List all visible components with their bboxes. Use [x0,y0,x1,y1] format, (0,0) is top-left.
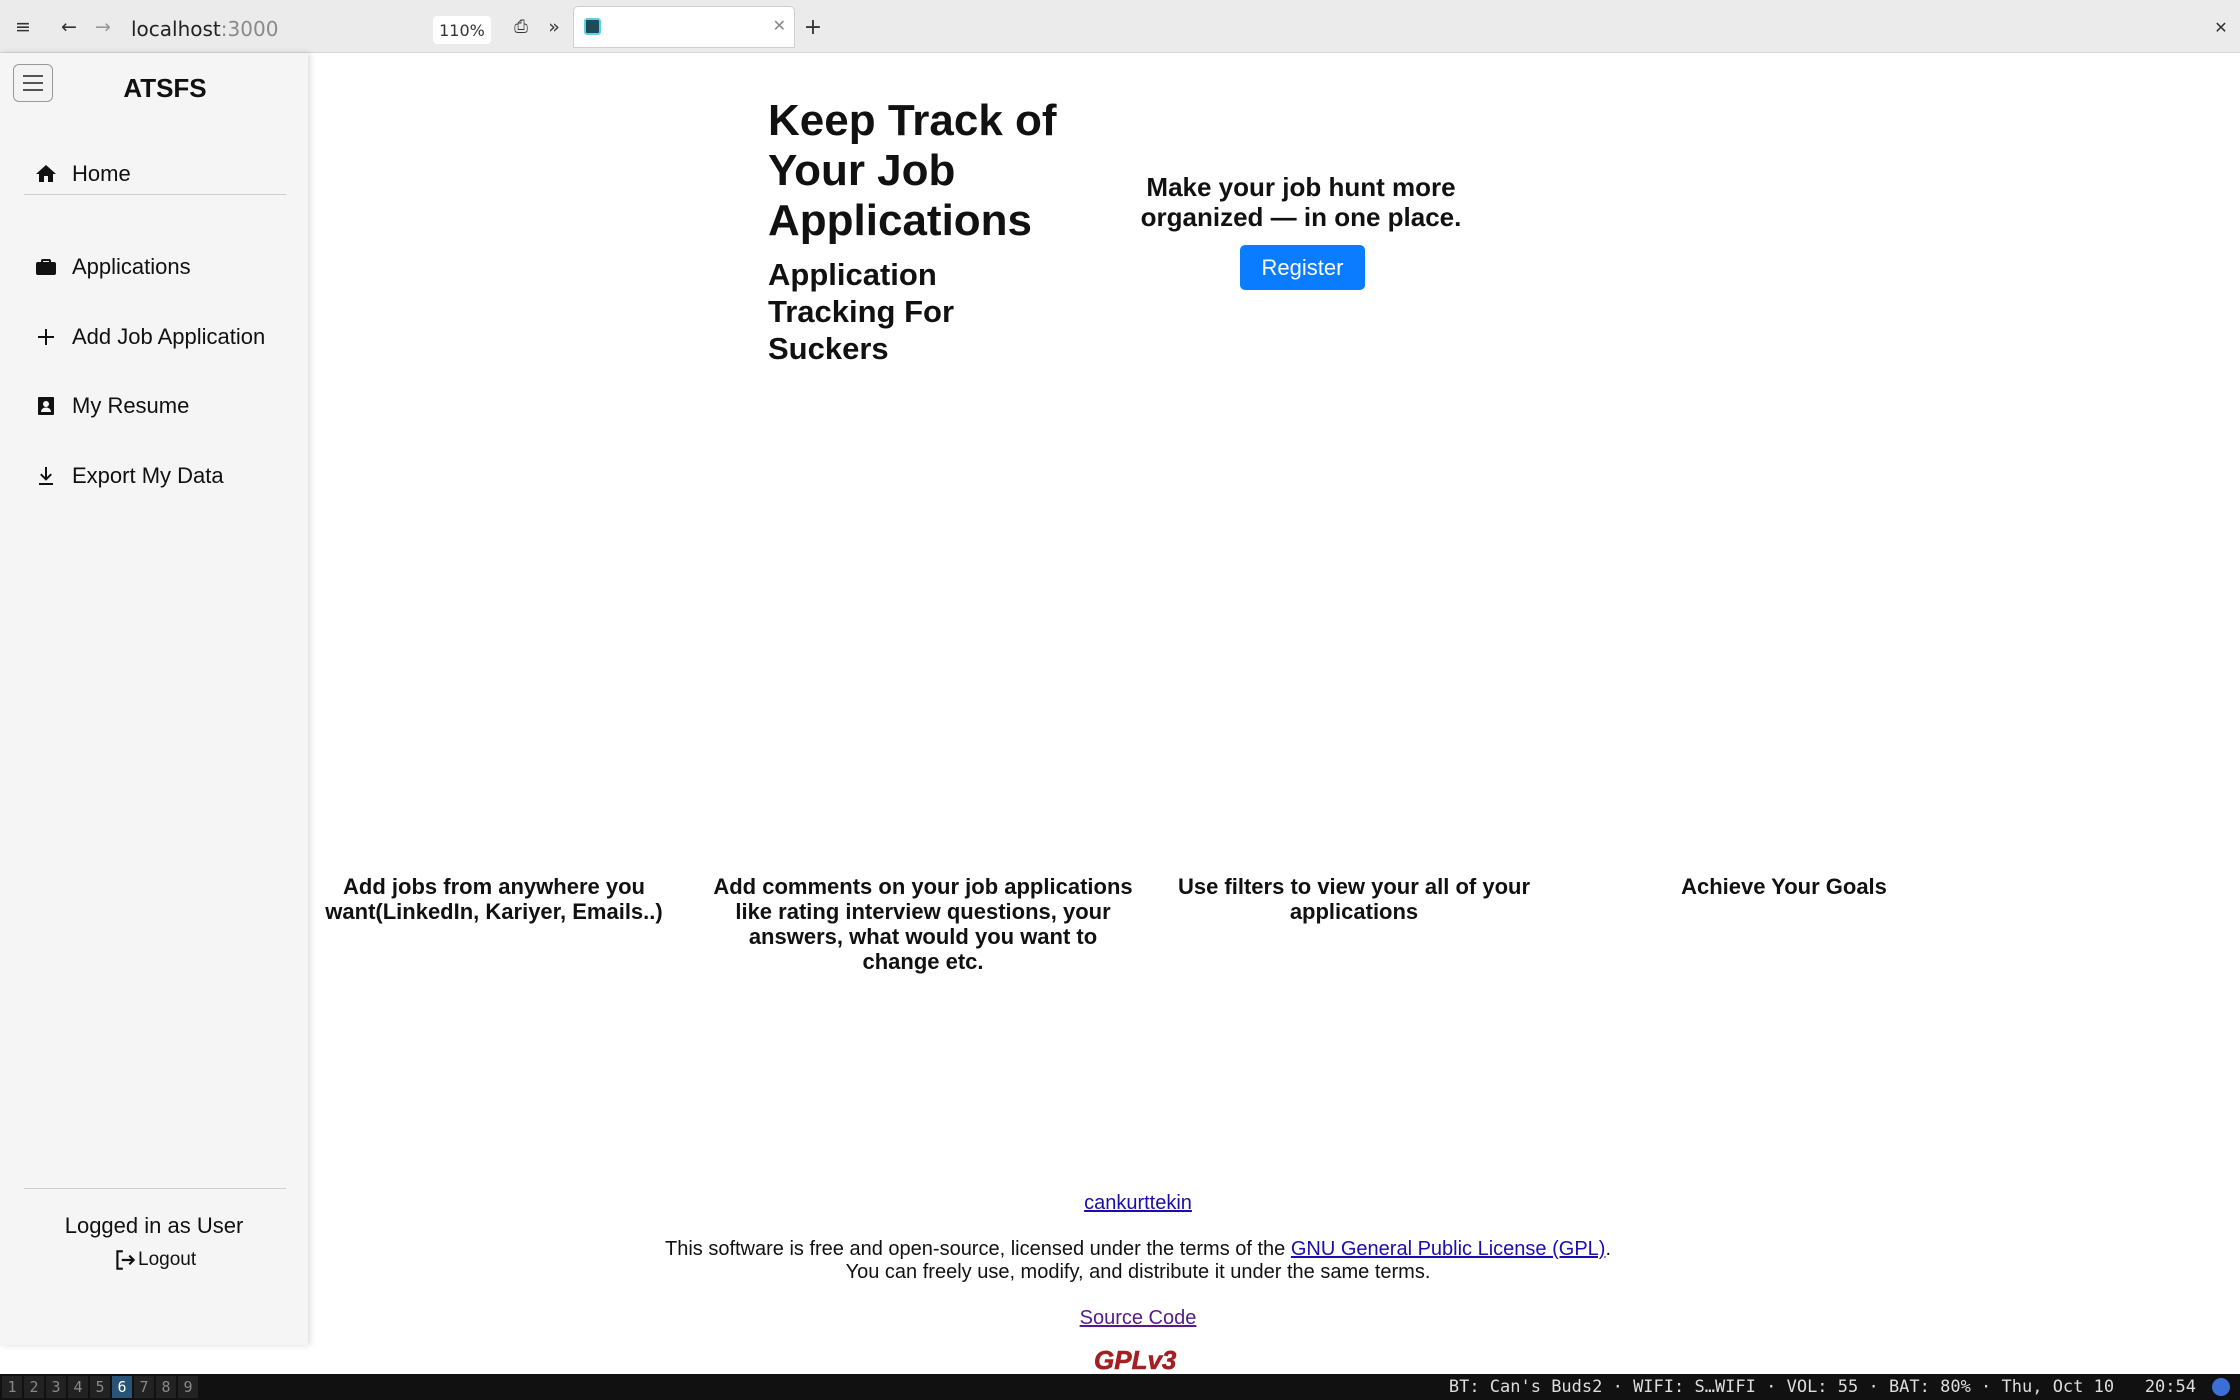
logout-label: Logout [138,1249,197,1270]
feature-text: Add jobs from anywhere you want(LinkedIn… [325,874,663,924]
sidebar: ATSFS Home Applications Add Job Applicat… [0,53,308,1345]
hero-title: Keep Track of Your Job Applications [768,96,1057,245]
workspace-8[interactable]: 8 [156,1376,177,1398]
plus-icon [38,329,54,345]
browser-toolbar: ≡ ← → localhost:3000 110% ⎙ » ✕ + ✕ [0,0,2240,53]
logout-icon [116,1250,136,1270]
source-code-link[interactable]: Source Code [1080,1307,1197,1329]
workspace-7[interactable]: 7 [134,1376,155,1398]
share-icon[interactable]: ⎙ [508,14,534,40]
feature-card-goals: Achieve Your Goals [0,625,2240,899]
hamburger-menu-icon[interactable]: ≡ [10,14,36,40]
sidebar-item-add-job-application[interactable]: Add Job Application [24,312,265,362]
feature-card-filters: Use filters to view your all of your app… [0,400,2240,924]
briefcase-icon [36,259,56,275]
author-link[interactable]: cankurttekin [1084,1192,1192,1214]
sidebar-divider [24,194,286,195]
forward-arrow-icon[interactable]: → [90,14,116,40]
status-text: BT: Can's Buds2 · WIFI: S…WIFI · VOL: 55… [1448,1377,2196,1397]
close-tab-icon[interactable]: ✕ [773,16,786,35]
workspace-1[interactable]: 1 [2,1376,23,1398]
workspace-2[interactable]: 2 [24,1376,45,1398]
resume-icon [38,397,54,415]
url-port: :3000 [220,17,279,41]
home-icon [36,165,56,182]
workspace-9[interactable]: 9 [178,1376,199,1398]
feature-text: Add comments on your job applications li… [713,874,1133,974]
gplv3-badge-text: GPLv3 [1094,1345,1177,1375]
license-text: This software is free and open-source, l… [610,1238,1666,1261]
logged-in-status: Logged in as User [64,1213,244,1238]
system-status-bar: 1 2 3 4 5 6 7 8 9 BT: Can's Buds2 · WIFI… [0,1374,2240,1400]
sidebar-item-my-resume[interactable]: My Resume [24,381,189,431]
license-prefix: This software is free and open-source, l… [664,1238,1291,1260]
tray-icon[interactable] [2212,1378,2230,1396]
sidebar-item-label: My Resume [72,393,190,418]
gplv3-badge-icon[interactable]: GPLv3 [1088,1340,1192,1376]
workspace-3[interactable]: 3 [46,1376,67,1398]
license-suffix: . [1605,1238,1612,1260]
sidebar-item-label: Home [72,161,131,186]
workspace-5[interactable]: 5 [90,1376,111,1398]
back-arrow-icon[interactable]: ← [56,14,82,40]
brand-title: ATSFS [123,73,207,103]
new-tab-icon[interactable]: + [800,14,826,40]
sidebar-bottom-divider [24,1188,286,1189]
download-icon [39,467,53,485]
close-window-icon[interactable]: ✕ [2208,14,2234,40]
feature-text: Achieve Your Goals [1681,874,1887,899]
workspace-6[interactable]: 6 [112,1376,133,1398]
address-bar[interactable]: localhost:3000 [131,17,278,41]
url-host: localhost [131,17,221,41]
gpl-license-link[interactable]: GNU General Public License (GPL) [1291,1238,1606,1260]
browser-tab[interactable]: ✕ [573,6,795,48]
react-favicon-icon [584,18,601,35]
feature-text: Use filters to view your all of your app… [1177,874,1531,924]
more-tools-icon[interactable]: » [541,14,567,40]
sidebar-item-export-my-data[interactable]: Export My Data [24,451,224,501]
workspace-4[interactable]: 4 [68,1376,89,1398]
hero-tagline: Make your job hunt more organized — in o… [1140,172,1462,232]
license-line2: You can freely use, modify, and distribu… [845,1261,1431,1283]
sidebar-item-label: Add Job Application [72,324,266,349]
logout-button[interactable]: Logout [112,1247,196,1273]
sidebar-item-home[interactable]: Home [24,149,131,199]
hero-subtitle: Application Tracking For Suckers [768,257,955,366]
register-button[interactable]: Register [1240,245,1365,290]
sidebar-item-label: Export My Data [72,463,224,488]
sidebar-item-applications[interactable]: Applications [24,242,191,292]
sidebar-item-label: Applications [72,254,191,279]
zoom-level[interactable]: 110% [433,16,491,44]
